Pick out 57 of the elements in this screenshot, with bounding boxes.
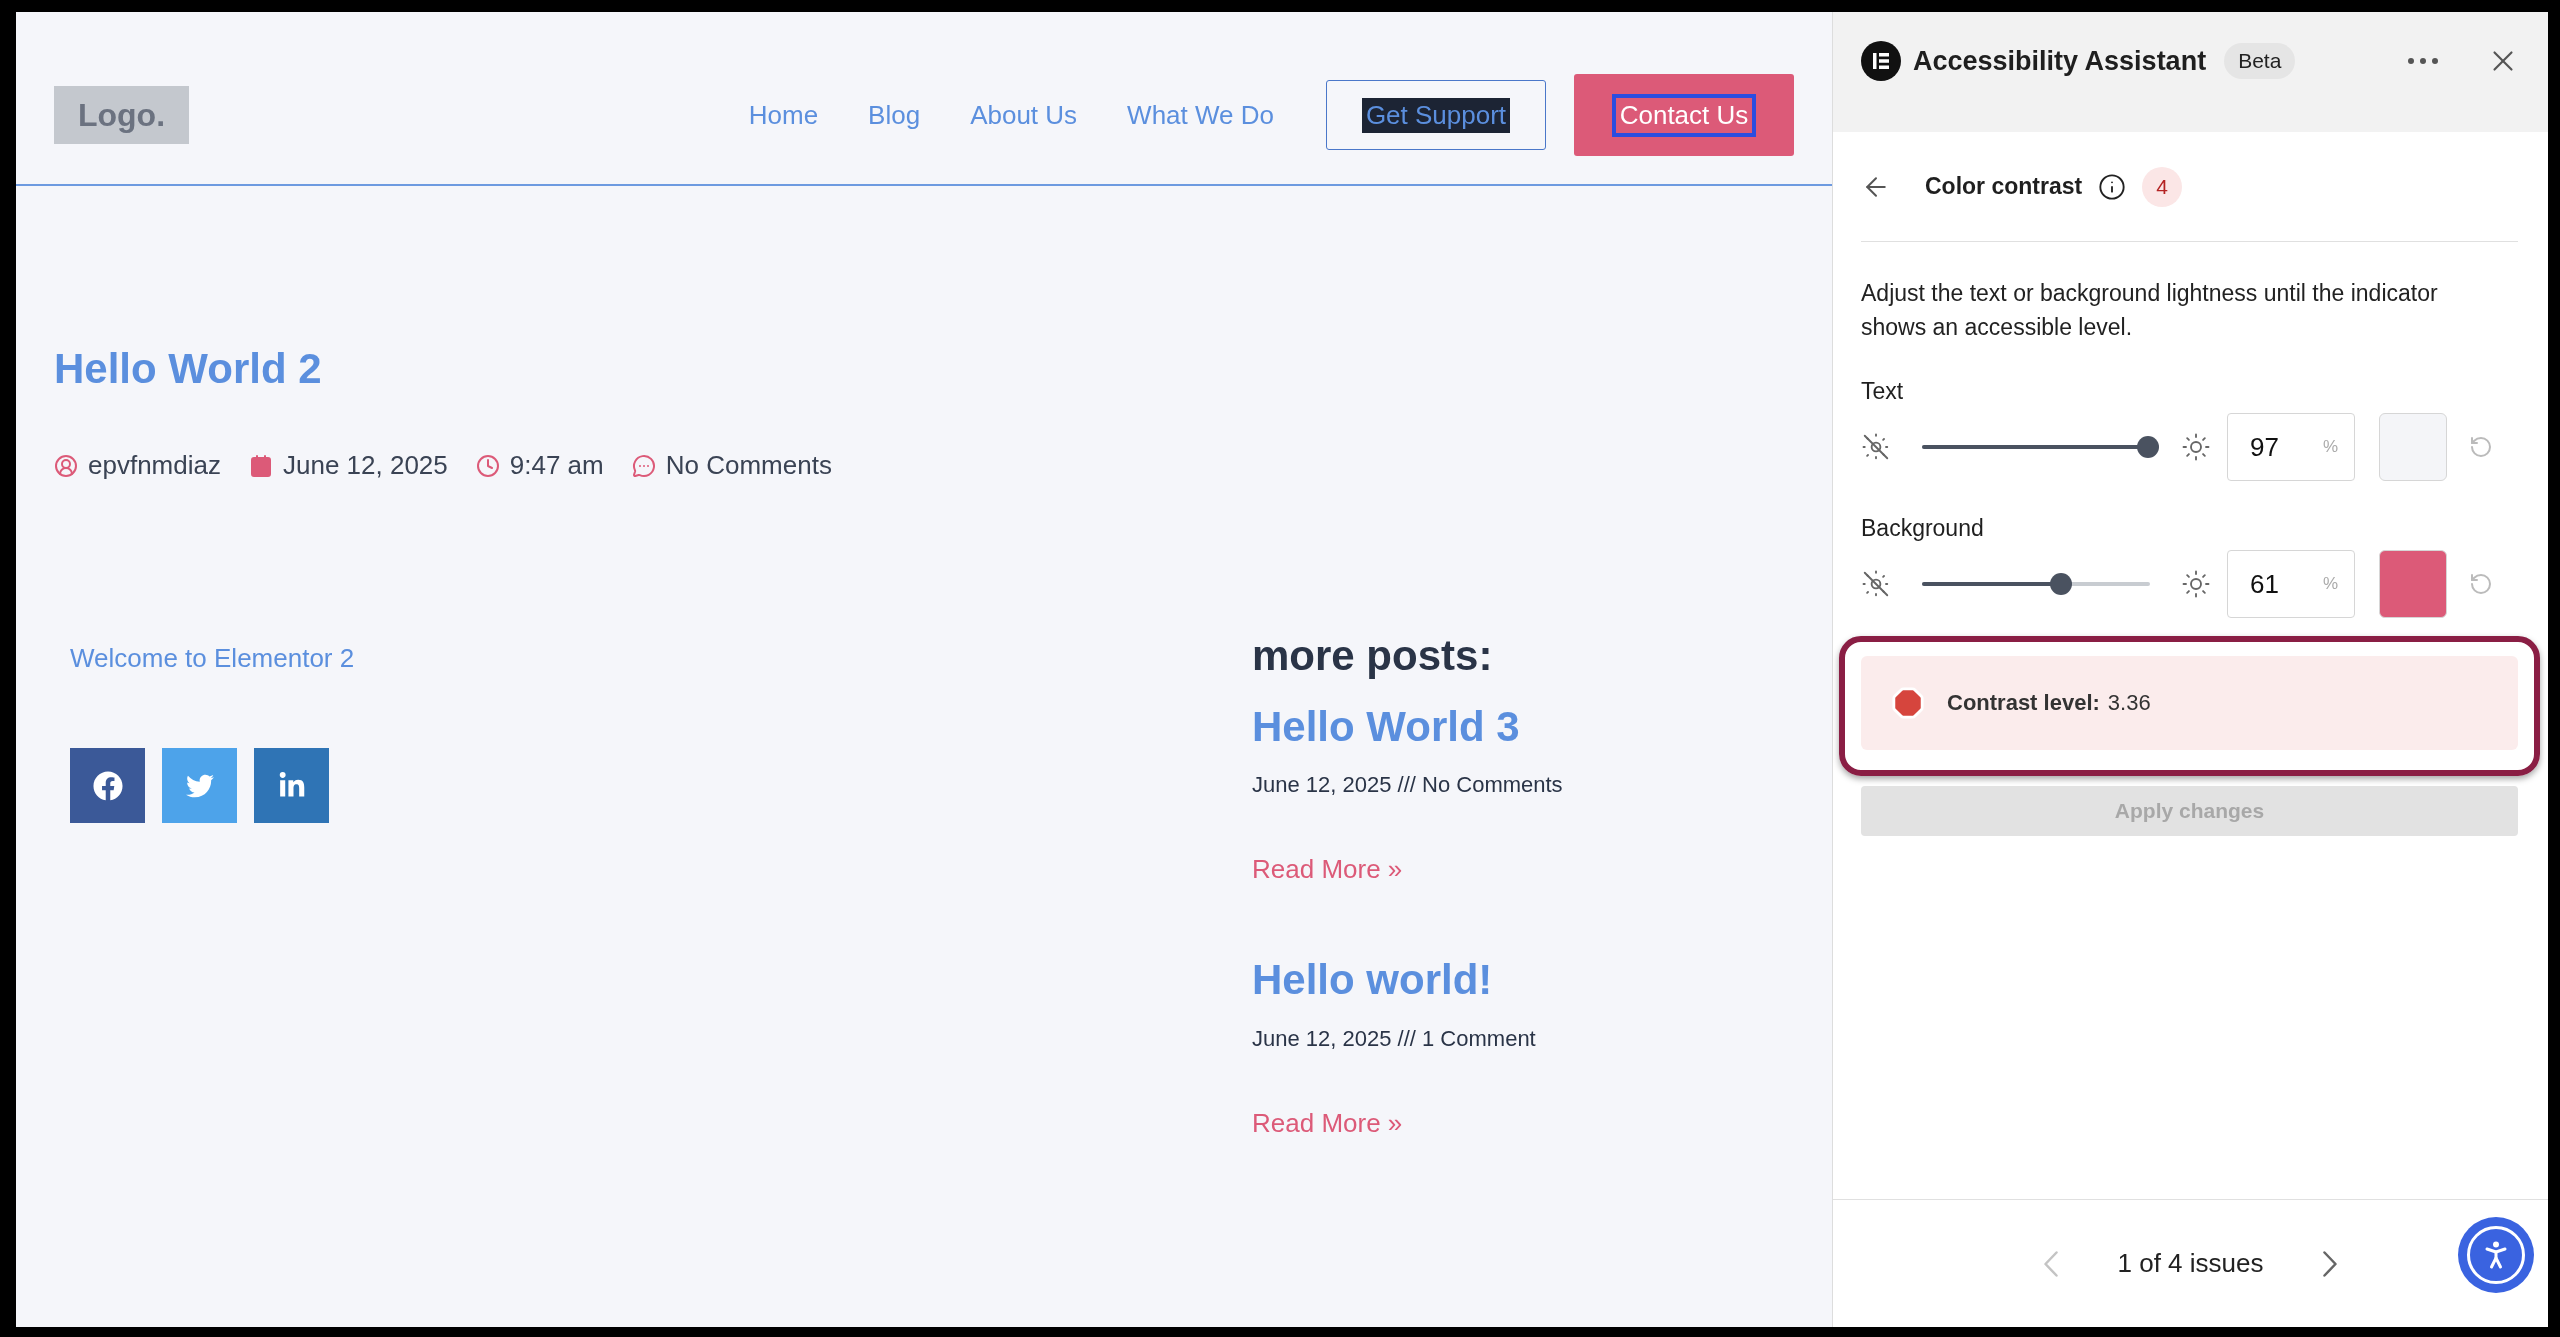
panel-title: Accessibility Assistant [1913,45,2207,77]
support-button[interactable]: Get Support [1326,80,1546,150]
section-heading: more posts: [1252,631,1493,682]
chevron-left-icon [2043,1250,2058,1277]
lightness-field[interactable]: 61 % [2227,550,2355,618]
post-meta: June 12, 2025 /// 1 Comment [1252,1025,1536,1052]
chevron-right-icon [2323,1250,2338,1277]
comment-icon [631,453,656,478]
beta-badge: Beta [2224,43,2296,79]
pager-text: 1 of 4 issues [2117,1248,2264,1279]
post-meta: June 12, 2025 [282,450,448,482]
read-more-link[interactable]: Read More » [1252,1107,1403,1139]
control-label: Text [1861,378,1905,405]
linkedin-icon [277,771,306,800]
post-link[interactable]: Hello World 3 [1252,701,1520,753]
nav-link[interactable]: Blog [868,99,921,131]
nav-link[interactable]: About Us [970,99,1078,131]
facebook-icon [92,770,123,801]
dim-sun-icon [1861,432,1891,462]
more-icon [2408,58,2438,64]
nav-link[interactable]: What We Do [1127,99,1274,131]
post-link[interactable]: Hello world! [1252,955,1493,1006]
post-meta: 9:47 am [509,450,604,482]
calendar-icon [248,453,273,478]
user-icon [54,453,78,478]
linkedin-share-button[interactable] [254,748,329,824]
lightness-field[interactable]: 97 % [2227,413,2355,481]
color-swatch[interactable] [2379,550,2447,618]
section-title: Color contrast [1925,173,2083,200]
issue-count: 4 [2142,166,2183,207]
facebook-share-button[interactable] [70,748,145,824]
clock-icon [475,453,500,478]
post-meta: No Comments [665,450,832,482]
reset-icon [2469,572,2493,596]
info-icon[interactable] [2098,172,2127,201]
post-title: Hello World 2 [54,344,322,394]
more-button[interactable] [2408,58,2438,64]
site-logo[interactable]: Logo. [54,86,189,144]
contact-button[interactable]: Contact Us [1574,74,1794,156]
control-label: Background [1861,515,1985,542]
post-meta: epvfnmdiaz [88,450,221,482]
color-swatch[interactable] [2379,413,2447,481]
logo-icon [1861,41,1901,81]
sun-icon [2181,432,2211,462]
post-meta: June 12, 2025 /// No Comments [1252,772,1563,799]
contrast-value: 3.36 [2107,690,2151,716]
body-link[interactable]: Welcome to Elementor 2 [70,643,355,675]
dim-sun-icon [1861,569,1891,599]
reset-icon [2469,435,2493,459]
instructions-text: Adjust the text or background lightness until the indicator shows an accessible level. [1861,279,2439,342]
twitter-share-button[interactable] [162,748,237,824]
next-button[interactable] [2323,1250,2338,1277]
alert-icon [1891,686,1925,720]
sun-icon [2181,569,2211,599]
contrast-label: Contrast level: [1947,690,2100,716]
read-more-link[interactable]: Read More » [1252,854,1403,886]
nav-link[interactable]: Home [748,99,819,131]
